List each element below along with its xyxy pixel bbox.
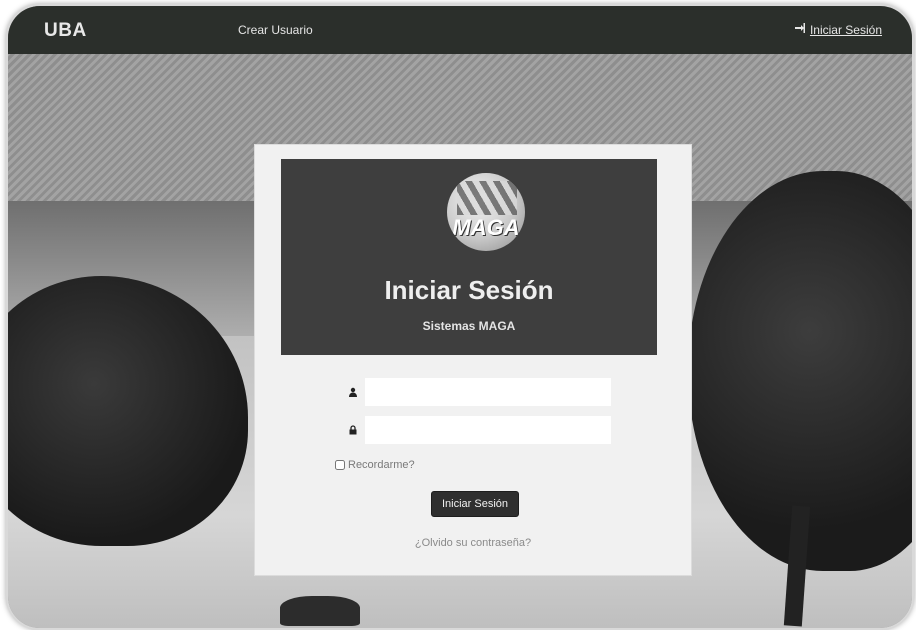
remember-checkbox[interactable] <box>335 460 345 470</box>
nav-login-link[interactable]: Iniciar Sesión <box>794 22 882 37</box>
username-row <box>341 377 611 407</box>
login-card-header: MAGA Iniciar Sesión Sistemas MAGA <box>281 159 657 355</box>
nav-login-label: Iniciar Sesión <box>809 22 882 37</box>
navbar-brand[interactable]: UBA <box>44 20 87 42</box>
nav-link-crear-usuario[interactable]: Crear Usuario <box>238 23 313 37</box>
login-card: MAGA Iniciar Sesión Sistemas MAGA Record… <box>254 144 692 576</box>
sign-in-icon <box>794 22 806 37</box>
password-row <box>341 415 611 445</box>
logo-text: MAGA <box>452 215 520 240</box>
page-subtitle: Sistemas MAGA <box>422 319 516 333</box>
top-navbar: UBA Crear Usuario Iniciar Sesión <box>8 6 912 54</box>
maga-logo: MAGA <box>447 173 525 251</box>
login-submit-button[interactable]: Iniciar Sesión <box>431 491 519 517</box>
remember-me[interactable]: Recordarme? <box>335 459 415 471</box>
username-input[interactable] <box>365 378 611 406</box>
lock-icon <box>341 415 365 445</box>
remember-label: Recordarme? <box>348 459 415 471</box>
forgot-password-link[interactable]: ¿Olvido su contraseña? <box>255 537 691 549</box>
password-input[interactable] <box>365 416 611 444</box>
page-title: Iniciar Sesión <box>384 275 554 305</box>
user-icon <box>341 377 365 407</box>
background-deer <box>280 596 360 626</box>
screenshot-frame: UBA Crear Usuario Iniciar Sesión MAGA In… <box>6 4 914 630</box>
